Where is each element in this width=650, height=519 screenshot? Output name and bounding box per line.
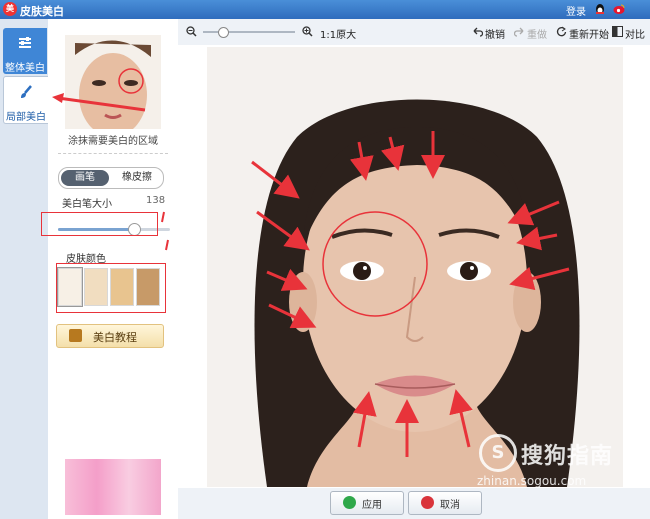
annotation-box-slider xyxy=(41,212,158,236)
undo-button[interactable]: 撤销 xyxy=(485,26,505,41)
pixelated-ad xyxy=(65,459,161,515)
brush-size-label: 美白笔大小 xyxy=(62,199,112,210)
brush-mode-button[interactable]: 画笔 xyxy=(61,170,109,186)
cancel-button[interactable]: 取消 xyxy=(408,491,482,515)
restart-icon xyxy=(556,26,567,37)
compare-icon xyxy=(612,26,623,37)
zoom-handle[interactable] xyxy=(218,27,230,38)
watermark-url: zhinan.sogou.com xyxy=(477,474,587,488)
app-logo: 美 xyxy=(3,2,17,16)
zoom-slider[interactable] xyxy=(203,27,295,38)
sogou-watermark: S 搜狗指南 zhinan.sogou.com xyxy=(465,430,645,490)
restart-button[interactable]: 重新开始 xyxy=(569,26,609,41)
nav-local-whitening[interactable]: 局部美白 xyxy=(3,76,48,124)
redo-button[interactable]: 重做 xyxy=(527,26,547,41)
book-icon xyxy=(69,329,82,342)
brush-size-value: 138 xyxy=(146,195,166,206)
undo-icon xyxy=(473,27,483,37)
brush-mode-toggle: 画笔 橡皮擦 xyxy=(58,167,164,189)
annotation-arrow-nav xyxy=(52,93,146,112)
apply-button[interactable]: 应用 xyxy=(330,491,404,515)
sliders-icon xyxy=(19,37,31,48)
qq-icon[interactable] xyxy=(594,3,606,15)
close-icon xyxy=(421,496,434,509)
check-icon xyxy=(343,496,356,509)
eraser-mode-button[interactable]: 橡皮擦 xyxy=(113,170,161,186)
left-navigation: 整体美白 局部美白 xyxy=(0,19,49,519)
footer-bar: 应用 取消 xyxy=(178,488,650,519)
zoom-out-icon[interactable] xyxy=(186,26,197,37)
watermark-text: 搜狗指南 xyxy=(521,444,614,469)
annotation-box-swatches xyxy=(56,263,166,313)
photo-canvas[interactable] xyxy=(207,47,623,487)
login-link[interactable]: 登录 xyxy=(566,3,586,18)
whitening-tutorial-button[interactable]: 美白教程 xyxy=(56,324,164,348)
nav-label: 局部美白 xyxy=(6,112,46,123)
tutorial-label: 美白教程 xyxy=(93,331,137,344)
title-bar: 美 皮肤美白 登录 xyxy=(0,0,650,19)
zoom-in-icon[interactable] xyxy=(302,26,313,37)
divider xyxy=(58,153,168,154)
compare-button[interactable]: 对比 xyxy=(625,26,645,41)
canvas-toolbar: 1:1原大 撤销 重做 重新开始 对比 xyxy=(178,19,650,45)
weibo-icon[interactable] xyxy=(613,3,625,15)
nav-label: 整体美白 xyxy=(5,63,45,74)
apply-label: 应用 xyxy=(362,500,382,511)
brush-icon xyxy=(21,85,32,98)
nav-whole-whitening[interactable]: 整体美白 xyxy=(3,28,47,74)
instruction-text: 涂抹需要美白的区域 xyxy=(68,136,158,147)
sogou-logo: S xyxy=(479,434,517,472)
cancel-label: 取消 xyxy=(440,500,460,511)
window-title: 皮肤美白 xyxy=(20,5,64,18)
actual-size-button[interactable]: 1:1原大 xyxy=(320,26,356,41)
redo-icon xyxy=(514,27,524,37)
